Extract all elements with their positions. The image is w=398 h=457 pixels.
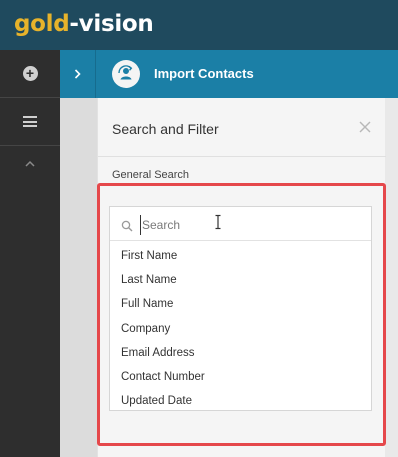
option-full-name[interactable]: Full Name bbox=[110, 292, 371, 316]
search-field-dropdown: First Name Last Name Full Name Company E… bbox=[109, 206, 372, 411]
search-icon bbox=[121, 219, 133, 232]
chevron-up-icon bbox=[25, 160, 35, 167]
page-title: Import Contacts bbox=[154, 66, 254, 81]
general-search-label: General Search bbox=[112, 169, 190, 181]
option-contact-number[interactable]: Contact Number bbox=[110, 365, 371, 389]
text-cursor-icon bbox=[214, 214, 222, 230]
option-company[interactable]: Company bbox=[110, 317, 371, 341]
close-icon bbox=[359, 121, 371, 133]
option-updated-date[interactable]: Updated Date bbox=[110, 389, 371, 413]
collapse-up-button[interactable] bbox=[0, 150, 60, 176]
dropdown-options-list: First Name Last Name Full Name Company E… bbox=[110, 244, 371, 413]
option-first-name[interactable]: First Name bbox=[110, 244, 371, 268]
import-contacts-icon bbox=[112, 60, 140, 88]
menu-button[interactable] bbox=[0, 98, 60, 146]
dropdown-search-input[interactable] bbox=[140, 215, 340, 235]
add-button[interactable]: + bbox=[0, 50, 60, 98]
app-topbar: gold-vision bbox=[0, 0, 398, 50]
dropdown-search-box bbox=[110, 207, 371, 241]
chevron-right-icon bbox=[74, 69, 81, 79]
plus-circle-icon: + bbox=[22, 66, 38, 81]
gold-vision-logo[interactable]: gold-vision bbox=[14, 11, 154, 37]
expand-panel-button[interactable] bbox=[60, 50, 96, 98]
option-last-name[interactable]: Last Name bbox=[110, 268, 371, 292]
option-email-address[interactable]: Email Address bbox=[110, 341, 371, 365]
search-filter-panel: Search and Filter General Search Search … bbox=[97, 98, 386, 457]
left-sidebar: + bbox=[0, 50, 60, 457]
page-header: Import Contacts bbox=[60, 50, 398, 98]
close-panel-button[interactable] bbox=[356, 118, 374, 136]
hamburger-menu-icon bbox=[23, 116, 37, 127]
content-side-strip bbox=[60, 98, 97, 457]
panel-title: Search and Filter bbox=[112, 121, 219, 137]
panel-divider bbox=[98, 156, 386, 157]
